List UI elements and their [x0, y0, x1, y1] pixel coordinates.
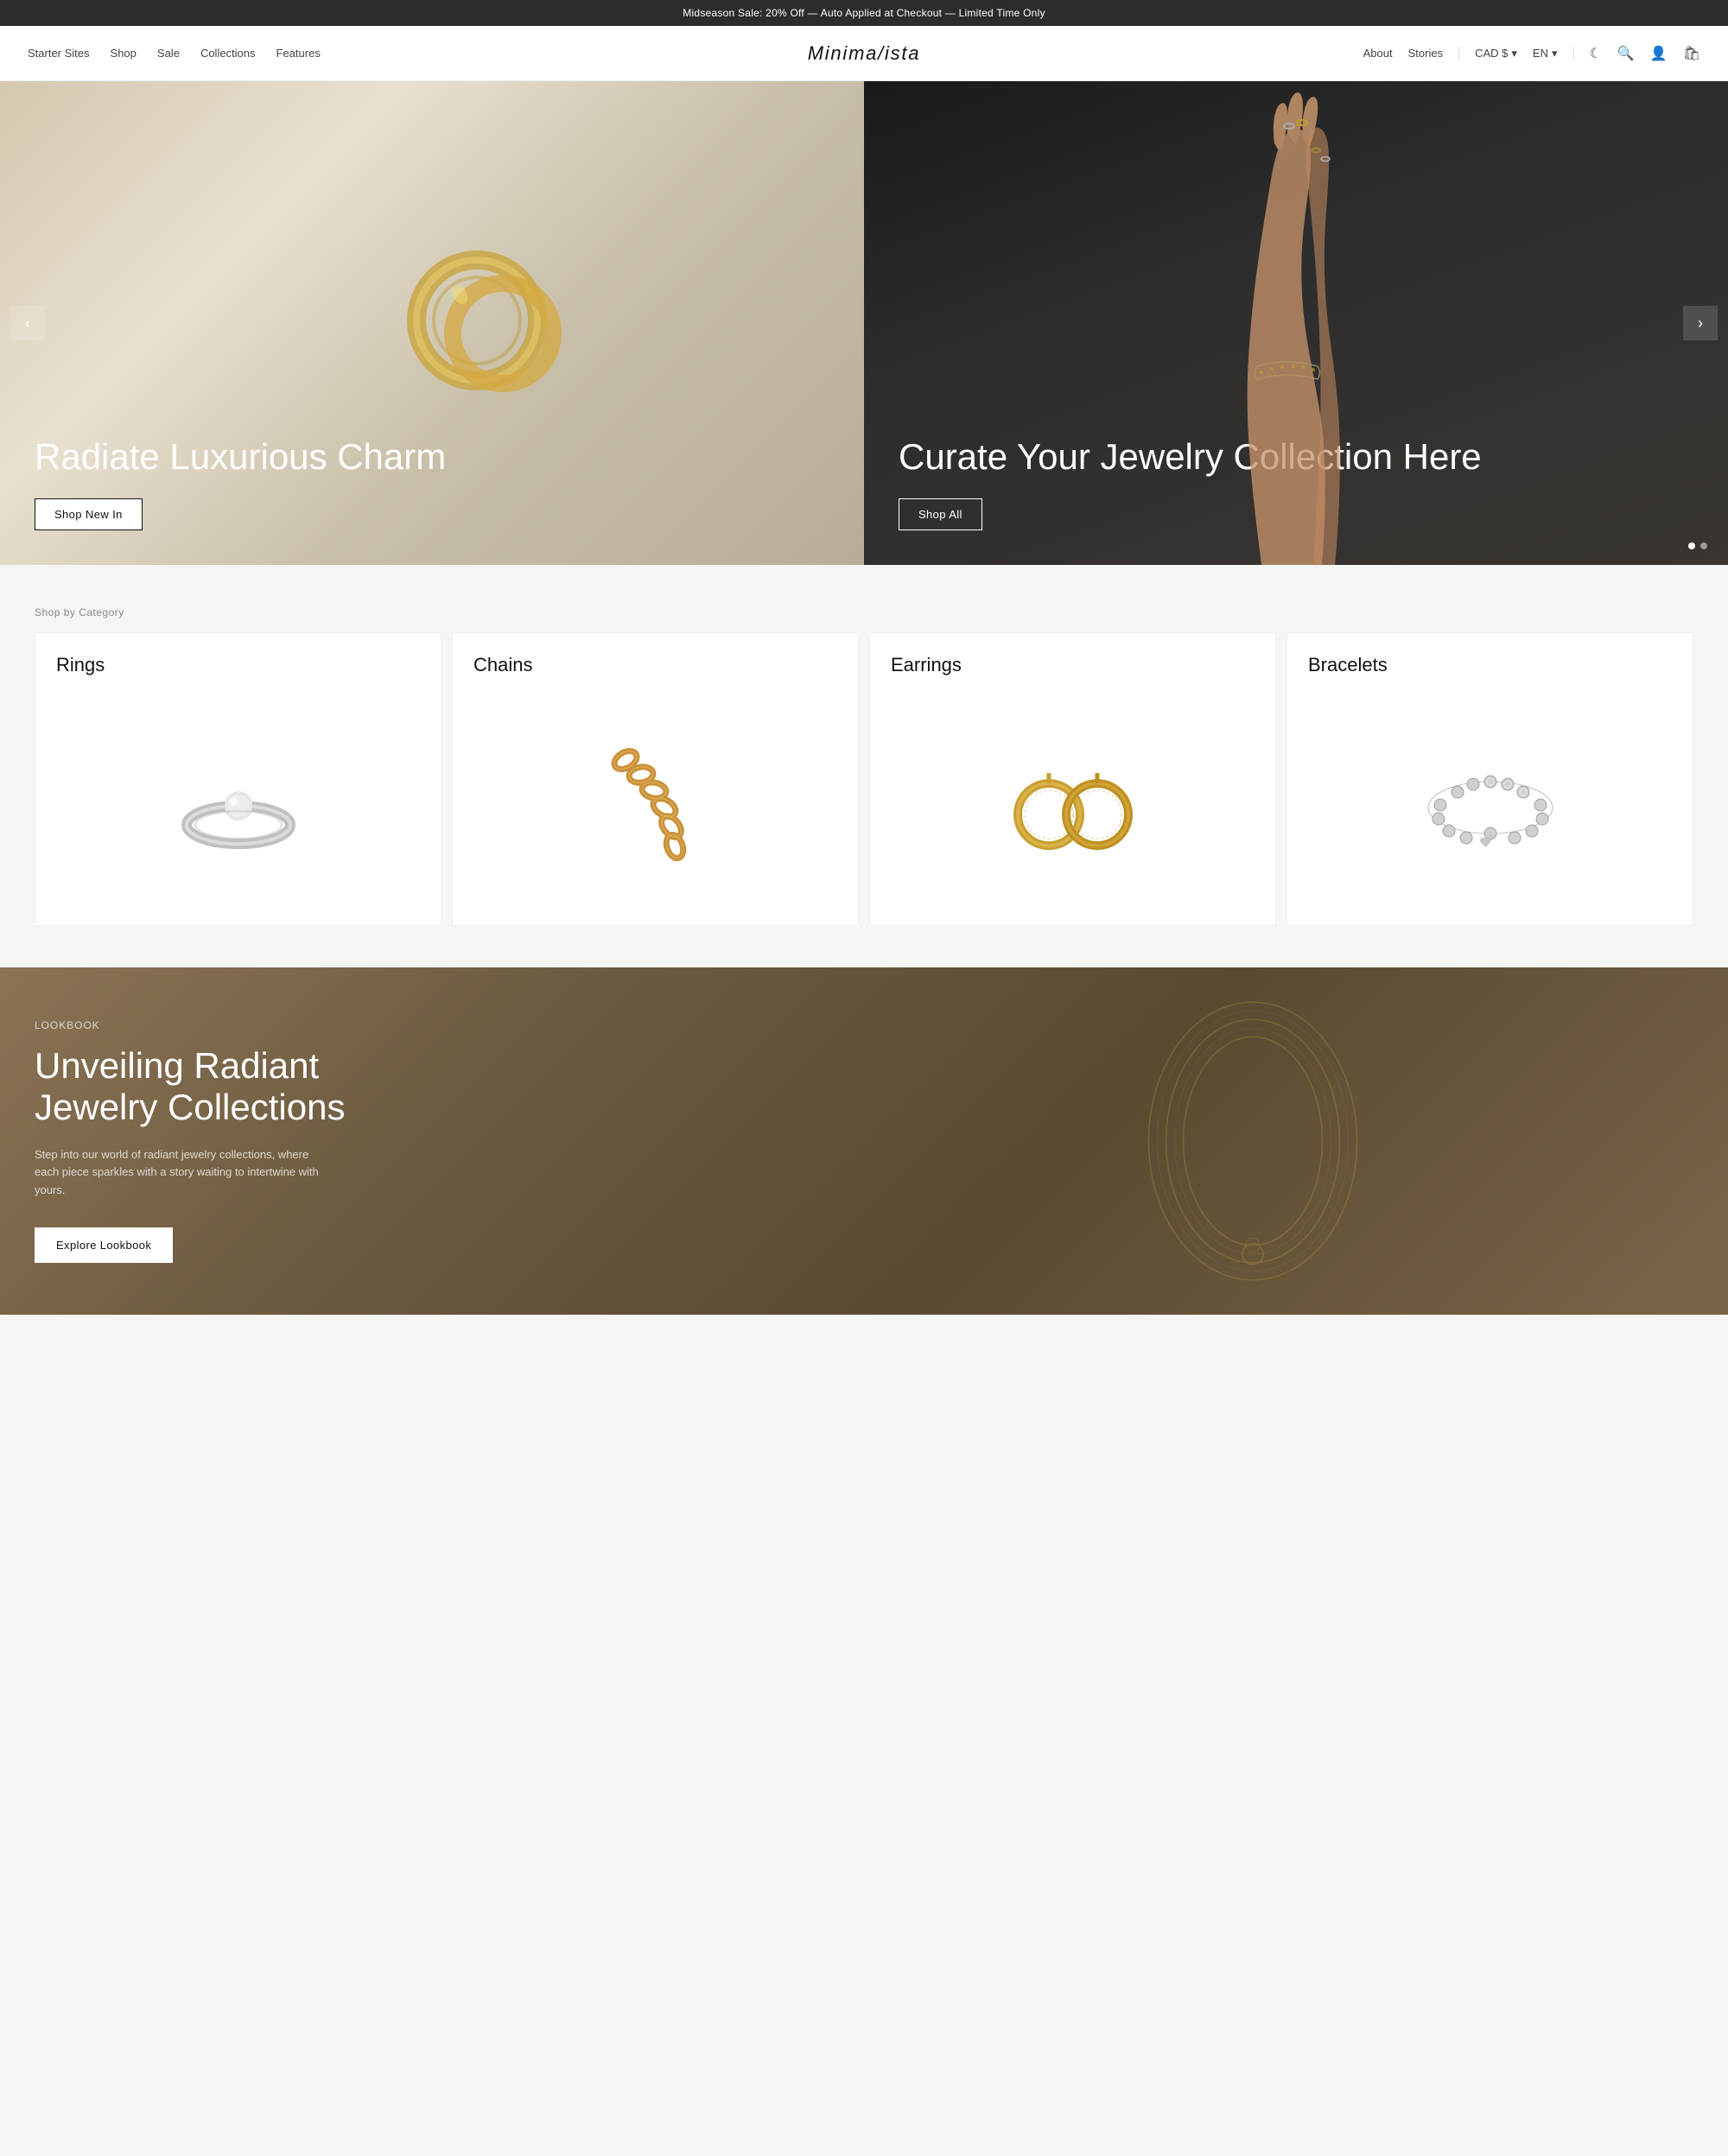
- nav-right: About Stories CAD $ ▾ EN ▾ ☾ 🔍 👤 🛍: [1363, 45, 1700, 62]
- carousel-dot-2[interactable]: [1700, 542, 1707, 549]
- category-bracelets-label: Bracelets: [1308, 654, 1672, 676]
- hero-left-heading: Radiate Luxurious Charm: [35, 436, 829, 478]
- bracelets-image: [1308, 676, 1672, 904]
- category-earrings-label: Earrings: [891, 654, 1255, 676]
- hero-left-text: Radiate Luxurious Charm Shop New In: [35, 436, 829, 530]
- nav-sale[interactable]: Sale: [157, 47, 180, 60]
- lookbook-button[interactable]: Explore Lookbook: [35, 1227, 173, 1263]
- lookbook-description: Step into our world of radiant jewelry c…: [35, 1146, 328, 1200]
- hero-left-button[interactable]: Shop New In: [35, 498, 143, 530]
- account-icon[interactable]: 👤: [1650, 45, 1668, 62]
- nav-divider-2: [1573, 47, 1574, 60]
- carousel-prev-button[interactable]: ‹: [10, 306, 45, 340]
- nav-starter-sites[interactable]: Starter Sites: [28, 47, 90, 60]
- earrings-image: [891, 676, 1255, 904]
- lookbook-heading: Unveiling Radiant Jewelry Collections: [35, 1045, 380, 1129]
- carousel-dot-1[interactable]: [1688, 542, 1695, 549]
- category-chains-label: Chains: [473, 654, 837, 676]
- nav-collections[interactable]: Collections: [200, 47, 256, 60]
- category-card-earrings[interactable]: Earrings: [869, 632, 1276, 926]
- chains-image: [473, 676, 837, 904]
- hero-hands-image: [864, 81, 1728, 565]
- categories-section-label: Shop by Category: [0, 565, 1728, 632]
- language-selector[interactable]: EN ▾: [1533, 47, 1558, 60]
- chevron-down-icon-lang: ▾: [1552, 47, 1558, 60]
- lookbook-section: Lookbook Unveiling Radiant Jewelry Colle…: [0, 967, 1728, 1315]
- announcement-bar: Midseason Sale: 20% Off — Auto Applied a…: [0, 0, 1728, 26]
- lookbook-decoration: [778, 967, 1728, 1315]
- chevron-left-icon: ‹: [25, 314, 30, 333]
- nav-features[interactable]: Features: [276, 47, 321, 60]
- carousel-next-button[interactable]: ›: [1683, 306, 1718, 340]
- hero-right-panel: Curate Your Jewelry Collection Here Shop…: [864, 81, 1728, 565]
- chevron-down-icon: ▾: [1511, 47, 1517, 60]
- category-card-chains[interactable]: Chains: [452, 632, 859, 926]
- hero-section: Radiate Luxurious Charm Shop New In: [0, 81, 1728, 565]
- hero-left-panel: Radiate Luxurious Charm Shop New In: [0, 81, 864, 565]
- carousel-dots: [1688, 542, 1707, 549]
- nav-about[interactable]: About: [1363, 47, 1393, 60]
- rings-image: [56, 676, 420, 904]
- dark-mode-toggle[interactable]: ☾: [1590, 45, 1602, 62]
- hero-earring-image: [365, 200, 589, 424]
- category-card-bracelets[interactable]: Bracelets: [1286, 632, 1693, 926]
- announcement-text: Midseason Sale: 20% Off — Auto Applied a…: [683, 7, 1045, 19]
- site-logo[interactable]: Minima/ista: [808, 42, 921, 65]
- nav-stories[interactable]: Stories: [1408, 47, 1443, 60]
- category-card-rings[interactable]: Rings: [35, 632, 442, 926]
- chevron-right-icon: ›: [1698, 314, 1703, 333]
- category-rings-label: Rings: [56, 654, 420, 676]
- main-nav: Starter Sites Shop Sale Collections Feat…: [0, 26, 1728, 81]
- nav-left: Starter Sites Shop Sale Collections Feat…: [28, 47, 321, 60]
- currency-selector[interactable]: CAD $ ▾: [1475, 47, 1517, 60]
- categories-grid: Rings Chains: [0, 632, 1728, 967]
- cart-icon[interactable]: 🛍: [1683, 45, 1700, 62]
- nav-divider: [1458, 47, 1459, 60]
- nav-shop[interactable]: Shop: [111, 47, 137, 60]
- search-icon[interactable]: 🔍: [1617, 45, 1635, 62]
